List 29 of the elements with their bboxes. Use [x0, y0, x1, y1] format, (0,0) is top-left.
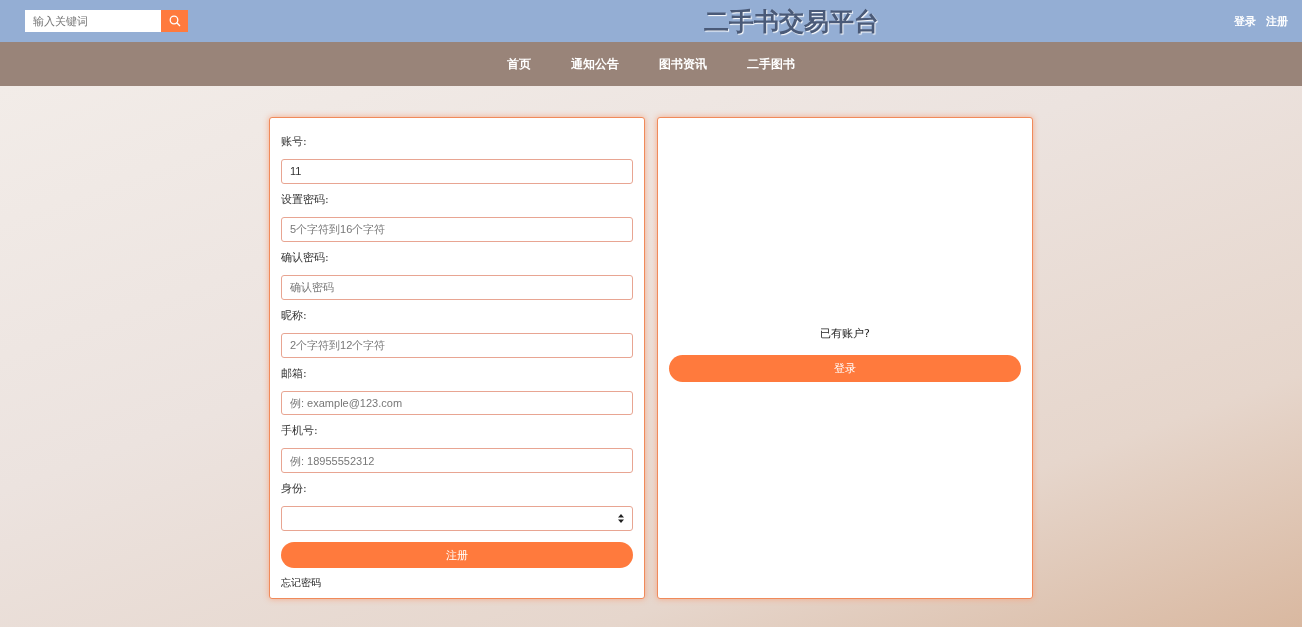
- sort-arrows-icon: [618, 514, 624, 524]
- site-title: 二手书交易平台: [704, 5, 879, 38]
- input-field[interactable]: 11: [281, 159, 633, 184]
- field-label: 邮箱:: [281, 365, 308, 381]
- input-field[interactable]: 2个字符到12个字符: [281, 332, 633, 358]
- login-prompt: 已有账户?: [819, 326, 871, 341]
- input-field[interactable]: 例: example@123.com: [281, 390, 633, 416]
- input-field[interactable]: 例: 18955552312: [281, 448, 633, 474]
- forgot-password-link[interactable]: 忘记密码: [281, 575, 321, 590]
- field-label: 昵称:: [281, 307, 308, 323]
- input-field[interactable]: 确认密码: [281, 274, 633, 300]
- nav-link[interactable]: 二手图书: [747, 55, 795, 73]
- input-field[interactable]: 5个字符到16个字符: [281, 216, 633, 242]
- search-button[interactable]: [161, 10, 188, 32]
- login-button[interactable]: 登录: [669, 355, 1021, 382]
- header-link[interactable]: 注册: [1266, 13, 1288, 29]
- header-link[interactable]: 登录: [1234, 13, 1256, 29]
- register-button[interactable]: 注册: [281, 542, 633, 568]
- search-field[interactable]: 输入关键词: [25, 10, 161, 32]
- nav-link[interactable]: 通知公告: [571, 55, 619, 73]
- nav-link[interactable]: 图书资讯: [659, 55, 707, 73]
- select-field[interactable]: [281, 506, 633, 532]
- nav-link[interactable]: 首页: [507, 55, 531, 73]
- field-label: 手机号:: [281, 423, 319, 439]
- field-label: 设置密码:: [281, 191, 330, 207]
- field-label: 账号:: [281, 134, 308, 149]
- field-label: 身份:: [281, 481, 308, 497]
- search-icon: [168, 15, 181, 27]
- field-label: 确认密码:: [281, 249, 330, 265]
